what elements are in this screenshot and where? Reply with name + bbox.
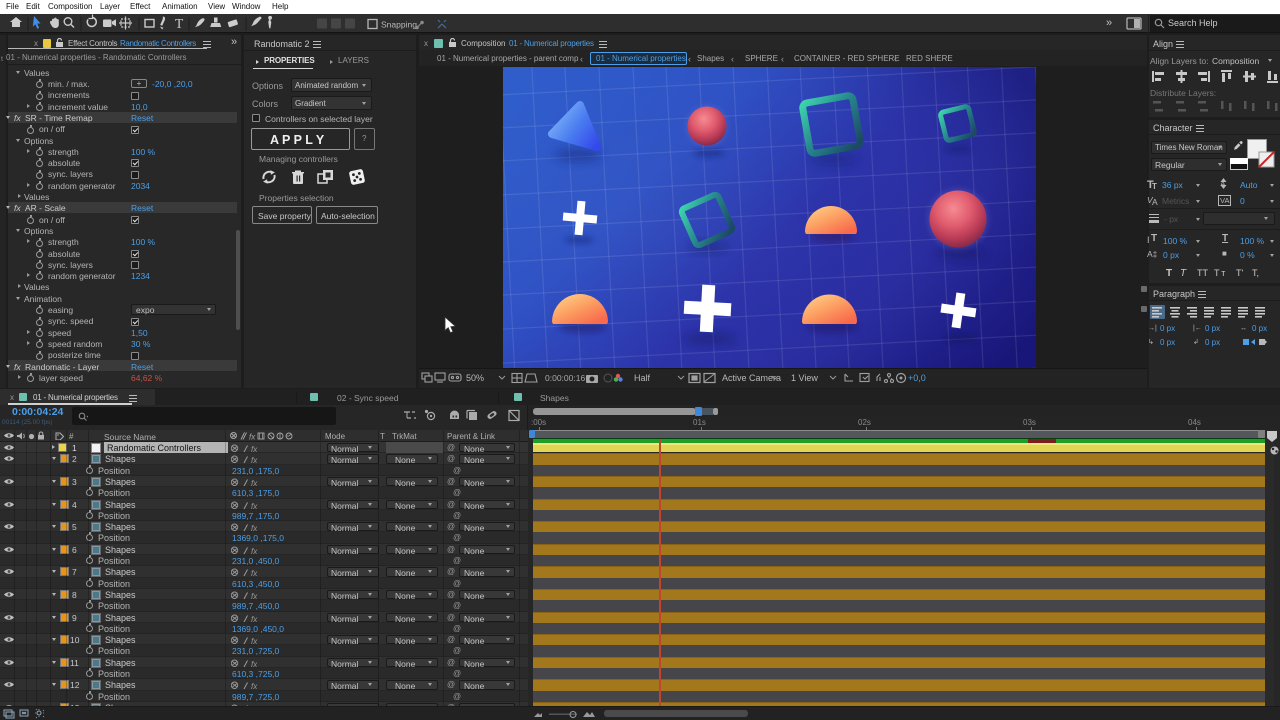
svg-text:fx: fx	[251, 637, 258, 645]
svg-text:fx: fx	[251, 660, 258, 668]
svg-text:fx: fx	[251, 569, 258, 577]
svg-text:fx: fx	[251, 547, 258, 555]
svg-text:Active Camera: Active Camera	[722, 373, 781, 383]
svg-text:fx: fx	[251, 524, 258, 532]
svg-text:T: T	[175, 16, 184, 31]
svg-text:fx: fx	[251, 615, 258, 623]
svg-text:Snapping: Snapping	[381, 20, 417, 30]
svg-text:50%: 50%	[466, 373, 484, 383]
svg-text:A: A	[1221, 181, 1226, 188]
svg-text:fx: fx	[249, 433, 256, 442]
svg-text:1 View: 1 View	[791, 373, 818, 383]
svg-text:fx: fx	[251, 456, 258, 464]
svg-text:fx: fx	[251, 479, 258, 487]
svg-text:fx: fx	[251, 592, 258, 600]
svg-text:fx: fx	[251, 445, 258, 453]
svg-text:fx: fx	[251, 682, 258, 690]
svg-text:fx: fx	[251, 502, 258, 510]
svg-text:Half: Half	[634, 373, 651, 383]
svg-text:0:00:00:16: 0:00:00:16	[545, 373, 585, 383]
